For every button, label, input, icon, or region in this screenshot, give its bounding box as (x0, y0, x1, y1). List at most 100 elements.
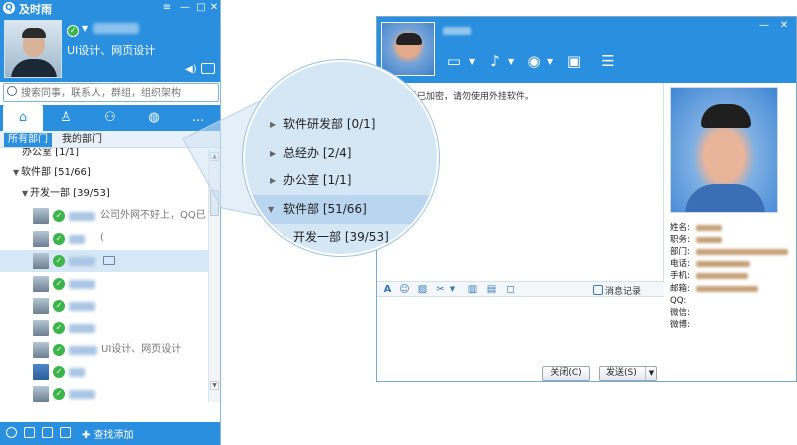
user-name-blurred (93, 23, 139, 34)
scroll-up-icon[interactable]: ▲ (210, 152, 219, 161)
expand-caret-icon: ▼ (22, 189, 29, 198)
menu-icon[interactable]: ≡ (160, 1, 174, 14)
send-button[interactable]: 发送(S) ▼ (599, 366, 657, 381)
avatar (33, 208, 49, 224)
profile-header: ✓ ▼ UI设计、网页设计 ◀) (0, 16, 220, 82)
video-camera-icon[interactable]: ◉ (523, 51, 545, 71)
online-status-icon: ✓ (53, 300, 65, 312)
list-item[interactable]: ✓ UI设计、网页设计 (0, 339, 208, 361)
list-item[interactable]: ✓ (0, 295, 208, 317)
file-folder-icon[interactable] (60, 427, 71, 438)
user-avatar[interactable] (4, 20, 62, 78)
keyboard-icon[interactable] (201, 63, 215, 74)
minimize-button[interactable]: — (757, 19, 771, 32)
find-add-button[interactable]: ✚ 查找添加 (82, 426, 134, 441)
contact-name-blurred (69, 390, 95, 399)
list-item[interactable]: ✓ (0, 361, 208, 383)
maximize-button[interactable]: □ (194, 1, 208, 14)
main-tabs: ⌂ ♙ ⚇ ◍ … (0, 105, 220, 131)
search-input[interactable] (21, 86, 216, 100)
message-bubble-icon[interactable]: ◻ (505, 284, 516, 295)
user-signature[interactable]: UI设计、网页设计 (67, 42, 155, 58)
font-icon[interactable]: A (382, 284, 393, 295)
list-item[interactable]: ✓ (0, 273, 208, 295)
expanded-caret-icon: ▼ (279, 233, 286, 242)
avatar (33, 276, 49, 292)
close-chat-button[interactable]: 关闭(C) (542, 366, 590, 381)
list-item-selected[interactable]: ✓ (0, 250, 208, 272)
file-transfer-icon[interactable] (103, 256, 115, 265)
card-field-qq: QQ: (670, 296, 687, 306)
collapsed-caret-icon: ▶ (270, 176, 277, 185)
search-box[interactable] (3, 83, 219, 102)
settings-icon[interactable] (6, 427, 17, 438)
home-icon[interactable]: ⌂ (3, 105, 43, 131)
message-input[interactable] (377, 298, 664, 362)
tree-group-software[interactable]: ▼ 软件部 [51/66] (0, 162, 208, 184)
image-icon[interactable]: ▨ (417, 284, 428, 295)
remote-desktop-icon[interactable]: ▣ (563, 51, 585, 71)
collapsed-caret-icon: ▶ (270, 149, 277, 158)
close-button[interactable]: ✕ (777, 19, 791, 32)
send-options-dropdown-icon[interactable]: ▼ (645, 367, 657, 380)
list-item[interactable]: ✓ (0, 228, 208, 250)
list-item[interactable]: ✓ (0, 317, 208, 339)
microphone-icon[interactable]: ♪ (484, 51, 506, 71)
card-field-phone: 电话: (670, 258, 750, 270)
send-file-dropdown-icon[interactable]: ▼ (469, 57, 475, 66)
app-title: 及时雨 (19, 3, 52, 16)
main-panel: Q 及时雨 ≡ — □ ✕ ✓ ▼ UI设计、网页设计 ◀) ⌂ ♙ ⚇ ◍ (0, 0, 221, 445)
message-manager-icon[interactable] (42, 427, 53, 438)
globe-icon[interactable]: ◍ (134, 105, 174, 131)
volume-icon[interactable]: ◀) (185, 64, 197, 75)
online-status-icon: ✓ (53, 210, 65, 222)
chat-bubble-icon[interactable]: … (178, 105, 218, 131)
scroll-thumb[interactable] (210, 190, 219, 216)
avatar (33, 298, 49, 314)
minimize-button[interactable]: — (178, 1, 192, 14)
card-field-title: 职务: (670, 234, 722, 246)
format-toolbar: A ☺ ▨ ✂ ▼ ▥ ▤ ◻ 消息记录 (377, 281, 664, 297)
avatar (33, 253, 49, 269)
contact-photo (670, 87, 778, 213)
forward-message-icon[interactable]: ☰ (597, 51, 619, 71)
file-icon[interactable]: ▤ (486, 284, 497, 295)
avatar (33, 231, 49, 247)
video-dropdown-icon[interactable]: ▼ (547, 57, 553, 66)
org-tree: 办公室 [1/1] ▼ 软件部 [51/66] ▼ 开发一部 [39/53] ✓ 公… (0, 148, 208, 403)
send-file-icon[interactable]: ▭ (443, 51, 465, 71)
card-field-name: 姓名: (670, 222, 722, 234)
lens-row-gm: ▶ 总经办 [2/4] (245, 139, 437, 168)
online-status-icon[interactable]: ✓ (67, 25, 79, 37)
card-field-wechat: 微信: (670, 308, 690, 318)
contact-name-blurred (69, 257, 95, 266)
emoji-icon[interactable]: ☺ (399, 284, 410, 295)
chat-peer-name-blurred (443, 27, 471, 35)
shake-icon[interactable]: ▥ (467, 284, 478, 295)
online-status-icon: ✓ (53, 388, 65, 400)
close-button[interactable]: ✕ (207, 1, 220, 14)
group-icon[interactable]: ⚇ (90, 105, 130, 131)
list-item[interactable]: ✓ (0, 383, 208, 403)
person-icon[interactable]: ♙ (46, 105, 86, 131)
contact-name-blurred (69, 346, 97, 355)
tree-group-dev1[interactable]: ▼ 开发一部 [39/53] (0, 183, 208, 205)
screenshot-icon[interactable]: ✂ (435, 284, 446, 295)
scroll-down-icon[interactable]: ▼ (210, 381, 219, 390)
screenshot-dropdown-icon[interactable]: ▼ (447, 284, 458, 295)
tab-all-departments[interactable]: 所有部门 (4, 133, 52, 147)
tab-my-department[interactable]: 我的部门 (58, 133, 106, 147)
voice-dropdown-icon[interactable]: ▼ (508, 57, 514, 66)
lens-row-dev1: ▼ 开发一部 [39/53] (245, 223, 437, 252)
title-bar[interactable]: Q 及时雨 ≡ — □ ✕ (0, 0, 220, 16)
app-center-icon[interactable] (24, 427, 35, 438)
message-history-button[interactable]: 消息记录 (605, 284, 641, 297)
status-dropdown-icon[interactable]: ▼ (82, 24, 88, 33)
tree-scrollbar[interactable]: ▲ ▼ (208, 150, 220, 402)
list-item[interactable]: ✓ 公司外网不好上，QQ已( (0, 205, 208, 243)
history-icon[interactable] (593, 285, 603, 295)
chat-window: — ✕ ▭ ▼ ♪ ▼ ◉ ▼ ▣ ☰ 会话已加密，请勿使用外挂软件。 A ☺ … (376, 16, 797, 382)
chat-peer-avatar[interactable] (381, 22, 435, 76)
bottom-toolbar: ✚ 查找添加 (0, 422, 220, 445)
lens-row-office: ▶ 办公室 [1/1] (245, 166, 437, 195)
